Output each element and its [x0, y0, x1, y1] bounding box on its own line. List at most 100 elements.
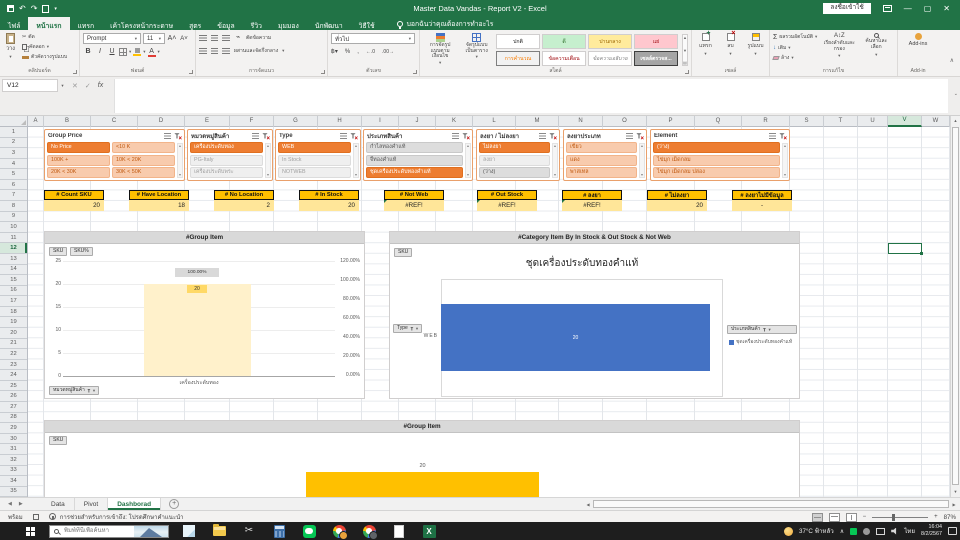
slicer-2[interactable]: หมวดหมู่สินค้าเครื่องประดับทองPG-Italyเค… [187, 129, 273, 181]
kpi-value-5[interactable]: #REF! [477, 200, 537, 211]
row-header-12[interactable]: 12 [0, 243, 27, 254]
kpi-value-2[interactable]: 2 [214, 200, 274, 211]
bar-sku[interactable] [144, 284, 251, 376]
column-header-C[interactable]: C [91, 116, 138, 127]
ribbon-tab-4[interactable]: สูตร [181, 17, 209, 30]
scroll-down-icon[interactable]: ▼ [951, 487, 960, 497]
row-header-33[interactable]: 33 [0, 466, 27, 477]
row-header-3[interactable]: 3 [0, 148, 27, 159]
clear-button[interactable]: ล้าง ▾ [772, 54, 817, 62]
addins-button[interactable]: Add-ins [906, 33, 931, 47]
file-explorer-icon[interactable] [211, 523, 227, 539]
slicer-scrollbar[interactable]: ▲ ▼ [465, 143, 471, 178]
slicer-item[interactable]: 20K < 30K [47, 167, 110, 178]
cell-style-st-calc[interactable]: การคำนวณ [496, 51, 541, 66]
slicer-5[interactable]: ลงยา / ไม่ลงยาไม่ลงยาลงยา(ว่าง)▲▼ [476, 129, 560, 181]
row-header-20[interactable]: 20 [0, 328, 27, 339]
row-header-32[interactable]: 32 [0, 455, 27, 466]
clock[interactable]: 16:04 8/2/2567 [921, 524, 942, 538]
zoom-level[interactable]: 87% [944, 514, 956, 521]
horizontal-scrollbar[interactable]: ◀ ▶ [584, 499, 958, 509]
borders-icon[interactable] [119, 48, 127, 56]
italic-button[interactable]: I [95, 47, 105, 57]
row-header-34[interactable]: 34 [0, 476, 27, 487]
page-break-view-button[interactable] [845, 512, 857, 522]
cut-button[interactable]: ✂ ตัด [22, 33, 67, 41]
format-as-table-button[interactable]: จัดรูปแบบเป็นตาราง ▾ [461, 33, 492, 60]
slicer-3[interactable]: TypeWEBIn StockNOTWEB▲▼ [275, 129, 361, 181]
chrome-icon[interactable] [331, 523, 348, 540]
row-header-16[interactable]: 16 [0, 286, 27, 297]
column-header-L[interactable]: L [473, 116, 516, 127]
start-button[interactable] [26, 526, 35, 536]
ribbon-tab-2[interactable]: แทรก [70, 17, 103, 30]
row-header-35[interactable]: 35 [0, 487, 27, 497]
sort-filter-button[interactable]: A↕Z เรียงลำดับและกรอง ▾ [821, 33, 857, 59]
row-header-28[interactable]: 28 [0, 413, 27, 424]
slicer-item[interactable]: 10K < 20K [112, 154, 175, 166]
styles-dialog-launcher[interactable] [685, 70, 689, 74]
row-header-18[interactable]: 18 [0, 307, 27, 318]
row-header-8[interactable]: 8 [0, 201, 27, 212]
cell-style-st-warn[interactable]: ข้อความเตือน [542, 51, 587, 66]
merge-center-button[interactable]: ผสานและจัดกึ่งกลาง [234, 47, 278, 55]
maximize-button[interactable]: ▢ [924, 4, 932, 13]
slicer-item[interactable]: ไข่มุก เม็ดกลม [653, 154, 780, 166]
scroll-down-icon[interactable]: ▼ [466, 173, 469, 177]
formula-input[interactable] [114, 79, 948, 113]
row-header-2[interactable]: 2 [0, 138, 27, 149]
format-cells-button[interactable]: รูปแบบ ▾ [745, 33, 766, 57]
increase-decimal-icon[interactable]: ←.0 [366, 49, 375, 55]
scroll-down-icon[interactable]: ▼ [354, 173, 357, 177]
slicer-item[interactable]: <10 K [112, 142, 175, 153]
pivot-value-field-button[interactable]: SKU [49, 436, 68, 445]
ribbon-tab-3[interactable]: เค้าโครงหน้ากระดาษ [102, 17, 181, 30]
font-dialog-launcher[interactable] [189, 70, 193, 74]
name-box[interactable]: V12 [2, 79, 58, 92]
align-middle-icon[interactable] [211, 35, 218, 41]
vertical-scroll-thumb[interactable] [952, 127, 959, 485]
column-header-I[interactable]: I [362, 116, 399, 127]
search-input[interactable] [62, 527, 131, 535]
clipboard-dialog-launcher[interactable] [73, 70, 77, 74]
formula-bar-collapse-icon[interactable]: ⌄ [954, 91, 958, 97]
row-header-17[interactable]: 17 [0, 296, 27, 307]
column-header-O[interactable]: O [603, 116, 647, 127]
multiselect-icon[interactable] [164, 133, 171, 139]
column-header-J[interactable]: J [399, 116, 436, 127]
cell-style-st-neutral[interactable]: ปานกลาง [588, 34, 633, 49]
tray-expand-icon[interactable]: ∧ [840, 528, 844, 535]
snipping-tool-icon[interactable]: ✂ [241, 523, 257, 539]
clear-filter-icon[interactable] [462, 133, 470, 142]
slicer-7[interactable]: Element (ว่าง)ไข่มุก เม็ดกลมไข่มุก เม็ดกล… [650, 129, 790, 181]
cell-style-st-normal[interactable]: ปกติ [496, 34, 541, 49]
scroll-up-icon[interactable]: ▲ [640, 144, 643, 148]
scroll-left-icon[interactable]: ◀ [584, 499, 592, 509]
search-weather-image[interactable] [134, 525, 168, 537]
customize-quick-access-icon[interactable]: ▾ [54, 5, 57, 13]
row-header-21[interactable]: 21 [0, 339, 27, 350]
column-header-H[interactable]: H [318, 116, 362, 127]
sheet-tab-Data[interactable]: Data [42, 498, 75, 510]
clear-filter-icon[interactable] [549, 133, 557, 142]
column-header-K[interactable]: K [436, 116, 473, 127]
cell-style-st-good[interactable]: ดี [542, 34, 587, 49]
column-header-B[interactable]: B [44, 116, 91, 127]
column-header-M[interactable]: M [516, 116, 559, 127]
insert-function-icon[interactable]: fx [98, 82, 103, 89]
slicer-item[interactable]: พาสเทล [566, 167, 637, 178]
slicer-item[interactable]: จี้ทองคำแท้ [366, 154, 463, 166]
slicer-item[interactable]: แดง [566, 154, 637, 166]
pivot-legend-field-button[interactable]: ประเภทสินค้า ▾ [727, 325, 797, 334]
scroll-down-icon[interactable]: ▼ [266, 173, 269, 177]
align-top-icon[interactable] [199, 35, 207, 41]
align-left-icon[interactable] [199, 48, 207, 54]
paste-button[interactable]: วาง ▾ [3, 33, 18, 60]
bar-sku[interactable] [306, 472, 539, 497]
accounting-format-icon[interactable]: ฿▾ [331, 48, 338, 55]
language-indicator[interactable]: ไทย [904, 526, 915, 536]
vertical-scrollbar[interactable]: ▲ ▼ [950, 116, 960, 497]
ribbon-tab-1[interactable]: หน้าแรก [28, 17, 70, 30]
copy-button[interactable]: คัดลอก ▾ [22, 43, 67, 51]
row-header-13[interactable]: 13 [0, 254, 27, 265]
